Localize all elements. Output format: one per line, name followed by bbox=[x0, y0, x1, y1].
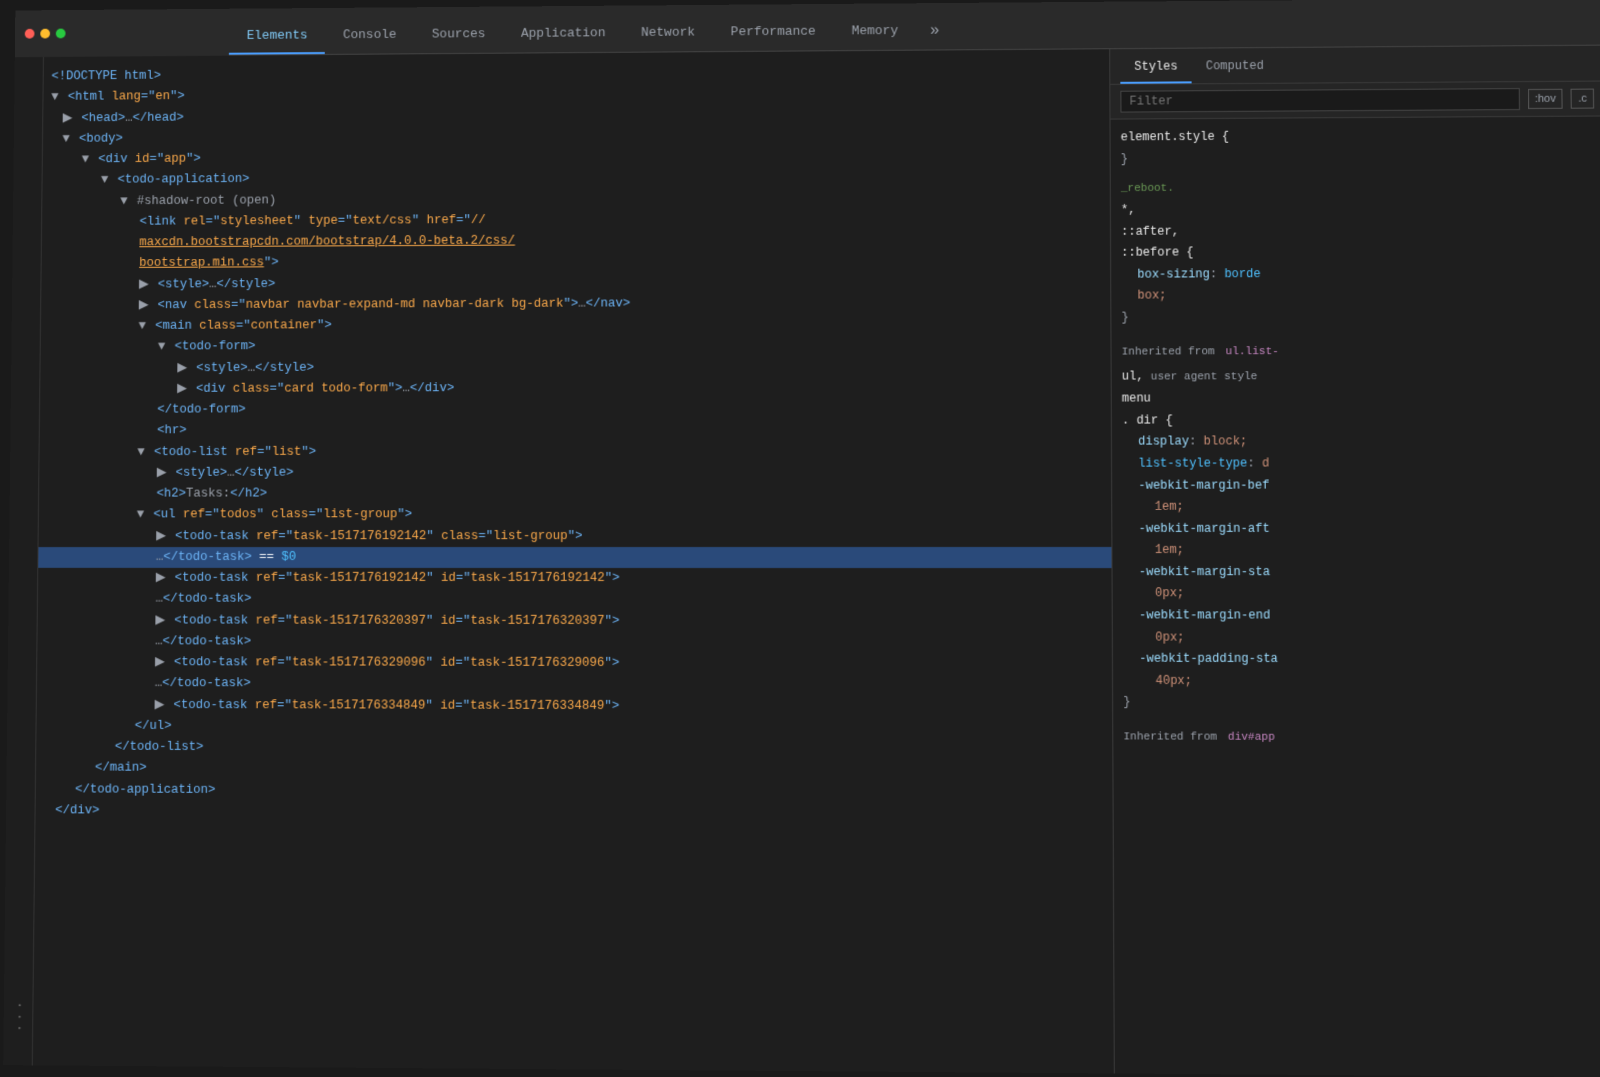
dom-line: <todo-task ref="task-1517176320397" id="… bbox=[38, 610, 1112, 632]
collapse-arrow[interactable] bbox=[139, 277, 149, 291]
dom-line: <style>…</style> bbox=[39, 461, 1111, 483]
css-source: _reboot. bbox=[1121, 178, 1595, 200]
dom-line: …</todo-task> bbox=[38, 589, 1112, 611]
tab-more-button[interactable]: » bbox=[916, 12, 954, 50]
tab-computed[interactable]: Computed bbox=[1192, 51, 1278, 83]
inherited-label-2: Inherited from div#app bbox=[1123, 728, 1600, 749]
collapse-arrow[interactable] bbox=[157, 466, 167, 480]
collapse-arrow[interactable] bbox=[155, 698, 165, 712]
collapse-arrow[interactable] bbox=[155, 655, 165, 669]
dom-line: </ul> bbox=[36, 715, 1112, 739]
inherited-label: Inherited from ul.list- bbox=[1122, 342, 1597, 363]
css-selector: element.style { bbox=[1121, 125, 1595, 149]
styles-filter-bar: :hov .c bbox=[1110, 82, 1600, 120]
universal-rule: _reboot. *, ::after, ::before { box-sizi… bbox=[1121, 178, 1597, 329]
collapse-arrow[interactable] bbox=[156, 571, 166, 585]
dom-line: <todo-task ref="task-1517176329096" id="… bbox=[37, 652, 1112, 675]
dom-line: </todo-form> bbox=[40, 398, 1111, 421]
cls-button[interactable]: .c bbox=[1571, 89, 1594, 109]
collapse-arrow[interactable] bbox=[82, 152, 89, 166]
dom-line: <ul ref="todos" class="list-group"> bbox=[39, 504, 1112, 526]
close-button[interactable] bbox=[25, 29, 35, 39]
dom-line: <h2>Tasks:</h2> bbox=[39, 483, 1111, 505]
tab-elements[interactable]: Elements bbox=[229, 18, 325, 55]
tab-memory[interactable]: Memory bbox=[834, 13, 916, 50]
collapse-arrow[interactable] bbox=[62, 132, 69, 146]
collapse-arrow[interactable] bbox=[155, 613, 165, 627]
minimize-button[interactable] bbox=[40, 29, 50, 39]
collapse-arrow[interactable] bbox=[101, 173, 108, 187]
tab-console[interactable]: Console bbox=[325, 17, 414, 54]
sidebar-dots: ··· bbox=[10, 1001, 26, 1035]
dom-line: <todo-task ref="task-1517176334849" id="… bbox=[37, 694, 1113, 718]
hov-button[interactable]: :hov bbox=[1528, 89, 1564, 109]
maximize-button[interactable] bbox=[56, 29, 66, 39]
window-controls bbox=[15, 9, 230, 57]
dom-line: <hr> bbox=[40, 419, 1111, 442]
collapse-arrow[interactable] bbox=[156, 529, 166, 543]
styles-content[interactable]: element.style { } _reboot. *, ::afte bbox=[1110, 116, 1600, 1077]
element-style-rule: element.style { } bbox=[1121, 125, 1595, 171]
tab-styles[interactable]: Styles bbox=[1120, 52, 1192, 84]
inherited-section: Inherited from ul.list- ul, user agent s… bbox=[1122, 342, 1600, 716]
dom-line: <todo-form> bbox=[41, 334, 1111, 358]
inherited-section-2: Inherited from div#app bbox=[1123, 728, 1600, 749]
styles-tabs: Styles Computed bbox=[1110, 46, 1600, 85]
collapse-arrow[interactable] bbox=[137, 445, 144, 459]
collapse-arrow[interactable] bbox=[51, 90, 58, 104]
tab-network[interactable]: Network bbox=[623, 15, 713, 52]
dom-line: <todo-task ref="task-1517176192142" id="… bbox=[38, 568, 1112, 590]
collapse-arrow[interactable] bbox=[139, 298, 149, 312]
filter-input[interactable] bbox=[1120, 88, 1519, 113]
collapse-arrow[interactable] bbox=[177, 382, 187, 396]
dom-line: </todo-application> bbox=[36, 779, 1113, 804]
tab-performance[interactable]: Performance bbox=[713, 14, 834, 51]
dom-line: </todo-list> bbox=[36, 737, 1112, 761]
dom-line: <todo-task ref="task-1517176192142" clas… bbox=[38, 525, 1111, 546]
dom-line: <todo-list ref="list"> bbox=[39, 440, 1111, 463]
collapse-arrow[interactable] bbox=[177, 361, 187, 375]
styles-panel: Styles Computed :hov .c element.style { bbox=[1109, 46, 1600, 1077]
tab-sources[interactable]: Sources bbox=[414, 16, 503, 53]
tab-application[interactable]: Application bbox=[503, 15, 623, 52]
dom-line: <style>…</style> bbox=[40, 355, 1110, 379]
dom-line: …</todo-task> bbox=[37, 631, 1112, 654]
collapse-arrow[interactable] bbox=[139, 319, 146, 333]
collapse-arrow[interactable] bbox=[63, 111, 73, 125]
dom-line: …</todo-task> bbox=[37, 673, 1112, 696]
collapse-arrow[interactable] bbox=[137, 508, 145, 522]
collapse-arrow[interactable] bbox=[158, 340, 165, 354]
main-layout: ··· <!DOCTYPE html> <html lang="en"> <he… bbox=[3, 46, 1600, 1077]
collapse-arrow[interactable] bbox=[120, 194, 127, 208]
dom-line-selected: …</todo-task> == $0 bbox=[38, 547, 1111, 568]
dom-line: </div> bbox=[35, 800, 1112, 825]
dom-panel[interactable]: <!DOCTYPE html> <html lang="en"> <head>…… bbox=[33, 49, 1114, 1073]
dom-line: <div class="card todo-form">…</div> bbox=[40, 376, 1111, 400]
